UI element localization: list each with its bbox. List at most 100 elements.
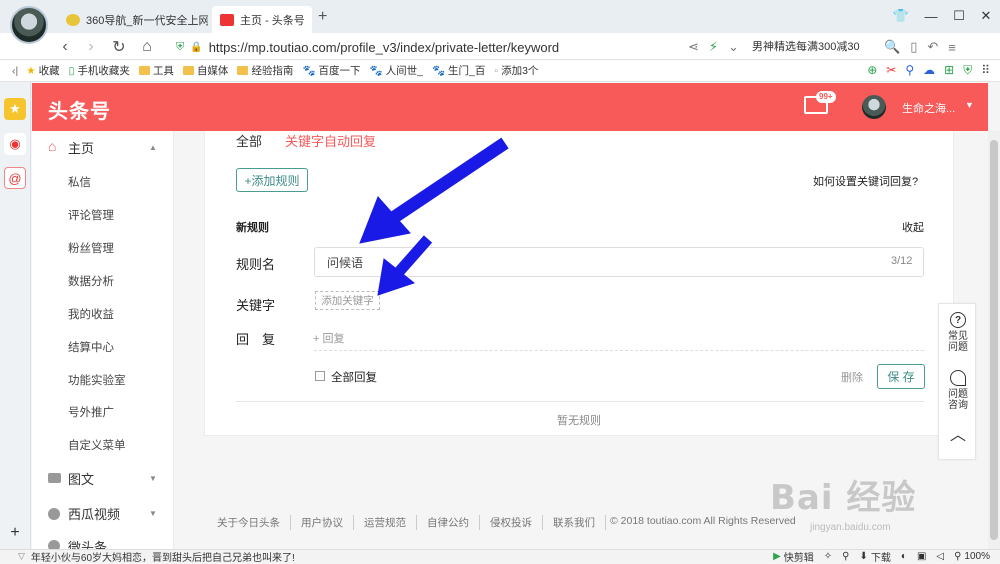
- shirt-skin-icon[interactable]: 👕: [888, 4, 914, 28]
- all-reply-label[interactable]: 全部回复: [331, 369, 377, 385]
- expand-icon[interactable]: ▽: [18, 551, 25, 562]
- bookmark-tools[interactable]: 工具: [138, 63, 174, 78]
- zoom-control[interactable]: ⚲ 100%: [954, 551, 990, 562]
- sidebar-item-fans[interactable]: 粉丝管理: [32, 231, 174, 264]
- lock-icon: 🔒: [190, 41, 203, 53]
- add-rule-button[interactable]: +添加规则: [236, 168, 308, 192]
- footer-link[interactable]: 用户协议: [291, 515, 354, 530]
- dropdown-icon[interactable]: ⌄: [728, 39, 739, 55]
- sidebar-item-promotion[interactable]: 号外推广: [32, 395, 174, 428]
- new-tab-button[interactable]: +: [318, 8, 327, 26]
- sidebar-item-video[interactable]: 西瓜视频 ▼: [32, 497, 174, 530]
- favorites-dock-icon[interactable]: ★: [4, 98, 26, 120]
- close-window-button[interactable]: ✕: [973, 4, 999, 28]
- paw-icon: 🐾: [431, 65, 446, 77]
- gamepad-icon[interactable]: ⊞: [944, 63, 954, 78]
- tab-toutiao-home[interactable]: 主页 - 头条号 ✕: [212, 6, 312, 33]
- minimize-button[interactable]: —: [918, 4, 944, 28]
- cloud-icon[interactable]: ☁: [923, 63, 935, 78]
- reply-divider: [314, 350, 924, 351]
- username[interactable]: 生命之海...: [902, 100, 955, 116]
- close-tab-icon[interactable]: ✕: [311, 13, 312, 27]
- bookmark-label: 收藏: [38, 65, 60, 77]
- add-dock-icon[interactable]: +: [4, 522, 26, 544]
- sidebar-item-article[interactable]: 图文 ▼: [32, 462, 174, 495]
- news-ticker[interactable]: 年轻小伙与60岁大妈相恋，晋到甜头后把自己兄弟也叫来了!: [31, 549, 295, 564]
- weibo-icon[interactable]: ◉: [4, 133, 26, 155]
- tab-all[interactable]: 全部: [236, 131, 262, 150]
- email-icon[interactable]: @: [4, 167, 26, 189]
- tab-360-nav[interactable]: 360导航_新一代安全上网导航: [58, 6, 208, 33]
- faq-button[interactable]: ? 常见问题: [939, 312, 977, 353]
- sidebar-item-home[interactable]: ⌂ 主页 ▲: [32, 131, 174, 164]
- undo-icon[interactable]: ↶: [927, 39, 938, 55]
- search-icon[interactable]: 🔍: [884, 39, 900, 55]
- sidebar-item-analytics[interactable]: 数据分析: [32, 264, 174, 297]
- home-icon[interactable]: ⌂: [136, 36, 158, 58]
- bookmark-guide[interactable]: 经验指南: [237, 63, 293, 78]
- sidebar-item-earnings[interactable]: 我的收益: [32, 297, 174, 330]
- bookmark-label: 经验指南: [251, 65, 294, 77]
- sidebar-item-lab[interactable]: 功能实验室: [32, 363, 174, 396]
- palette-icon[interactable]: ◐: [901, 551, 907, 562]
- quick-edit-button[interactable]: ▶ 快剪辑: [773, 549, 814, 564]
- bookmark-add[interactable]: ▫ 添加3个: [494, 63, 538, 78]
- add-extension-icon[interactable]: ⊕: [867, 63, 877, 78]
- collapse-link[interactable]: 收起: [902, 219, 924, 235]
- bookmark-favorites[interactable]: ★ 收藏: [26, 63, 59, 78]
- download-button[interactable]: ⬇ 下载: [860, 549, 891, 564]
- caret-down-icon[interactable]: ▼: [965, 100, 974, 110]
- all-reply-checkbox[interactable]: [315, 371, 325, 381]
- consult-button[interactable]: 问题咨询: [939, 370, 977, 411]
- add-reply-link[interactable]: + 回复: [313, 330, 344, 346]
- 360-logo-icon: [66, 13, 80, 26]
- footer-link[interactable]: 侵权投诉: [480, 515, 543, 530]
- bookmark-baidu[interactable]: 🐾 百度一下: [302, 63, 360, 78]
- sidebar-item-custom-menu[interactable]: 自定义菜单: [32, 428, 174, 461]
- url-field[interactable]: ⛨ 🔒 https://mp.toutiao.com/profile_v3/in…: [176, 37, 676, 57]
- scissors-icon[interactable]: ✂: [886, 63, 896, 78]
- search-ext-icon[interactable]: ⚲: [905, 63, 914, 78]
- sidebar-item-messages[interactable]: 私信: [32, 165, 174, 198]
- howto-link[interactable]: 如何设置关键词回复?: [813, 173, 918, 189]
- back-to-top-button[interactable]: ︿: [939, 428, 977, 444]
- toutiao-logo[interactable]: 头条号: [48, 95, 111, 124]
- shield-ext-icon[interactable]: ⛨: [963, 63, 972, 78]
- footer-link[interactable]: 关于今日头条: [217, 515, 291, 530]
- avatar[interactable]: [862, 95, 886, 119]
- share-icon[interactable]: ⋖: [688, 39, 699, 55]
- maximize-button[interactable]: ☐: [946, 4, 972, 28]
- home-nav-icon: ⌂: [48, 138, 57, 154]
- save-button[interactable]: 保 存: [877, 364, 925, 389]
- reload-icon[interactable]: ↻: [108, 36, 130, 58]
- footer-link[interactable]: 自律公约: [417, 515, 480, 530]
- bookmark-media[interactable]: 自媒体: [182, 63, 228, 78]
- bookmark-mobile[interactable]: ▯ 手机收藏夹: [69, 63, 130, 78]
- phone-icon: ▯: [68, 64, 75, 77]
- image-icon[interactable]: ▣: [917, 551, 926, 562]
- tablet-icon[interactable]: ▯: [910, 39, 917, 55]
- delete-button[interactable]: 删除: [841, 369, 863, 385]
- bookmark-renjianshi[interactable]: 🐾 人间世_: [370, 63, 423, 78]
- bookmark-shengmen[interactable]: 🐾 生门_百: [432, 63, 485, 78]
- sidebar-item-settlement[interactable]: 结算中心: [32, 330, 174, 363]
- back-icon[interactable]: ‹: [54, 36, 76, 58]
- forward-icon[interactable]: ›: [80, 36, 102, 58]
- sidebar-item-micro[interactable]: 微头条: [32, 531, 174, 549]
- lightning-icon[interactable]: ⚡: [709, 39, 718, 55]
- scrollbar-thumb[interactable]: [990, 140, 998, 540]
- pin-icon[interactable]: ⚲: [842, 551, 849, 562]
- collapse-sidebar-icon[interactable]: ‹|: [12, 65, 18, 77]
- speaker-icon[interactable]: ◁: [936, 551, 944, 562]
- grid-icon[interactable]: ⠿: [981, 63, 990, 78]
- footer-link[interactable]: 运营规范: [354, 515, 417, 530]
- browser-status-bar: ▽ 年轻小伙与60岁大妈相恋，晋到甜头后把自己兄弟也叫来了! ▶ 快剪辑 ✧ ⚲ …: [0, 549, 1000, 564]
- browser-profile-avatar[interactable]: [10, 6, 48, 44]
- wand-icon[interactable]: ✧: [824, 551, 832, 562]
- sidebar-item-label: 数据分析: [68, 275, 114, 288]
- footer-link[interactable]: 联系我们: [543, 515, 606, 530]
- sidebar-item-comments[interactable]: 评论管理: [32, 198, 174, 231]
- menu-icon[interactable]: ≡: [948, 40, 956, 55]
- search-promo[interactable]: 男神精选每满300减30: [752, 37, 887, 57]
- bookmark-bar: ‹| ★ 收藏 ▯ 手机收藏夹 工具 自媒体 经验指南 🐾 百度一下 🐾 人间世_ 🐾 生…: [0, 60, 1000, 82]
